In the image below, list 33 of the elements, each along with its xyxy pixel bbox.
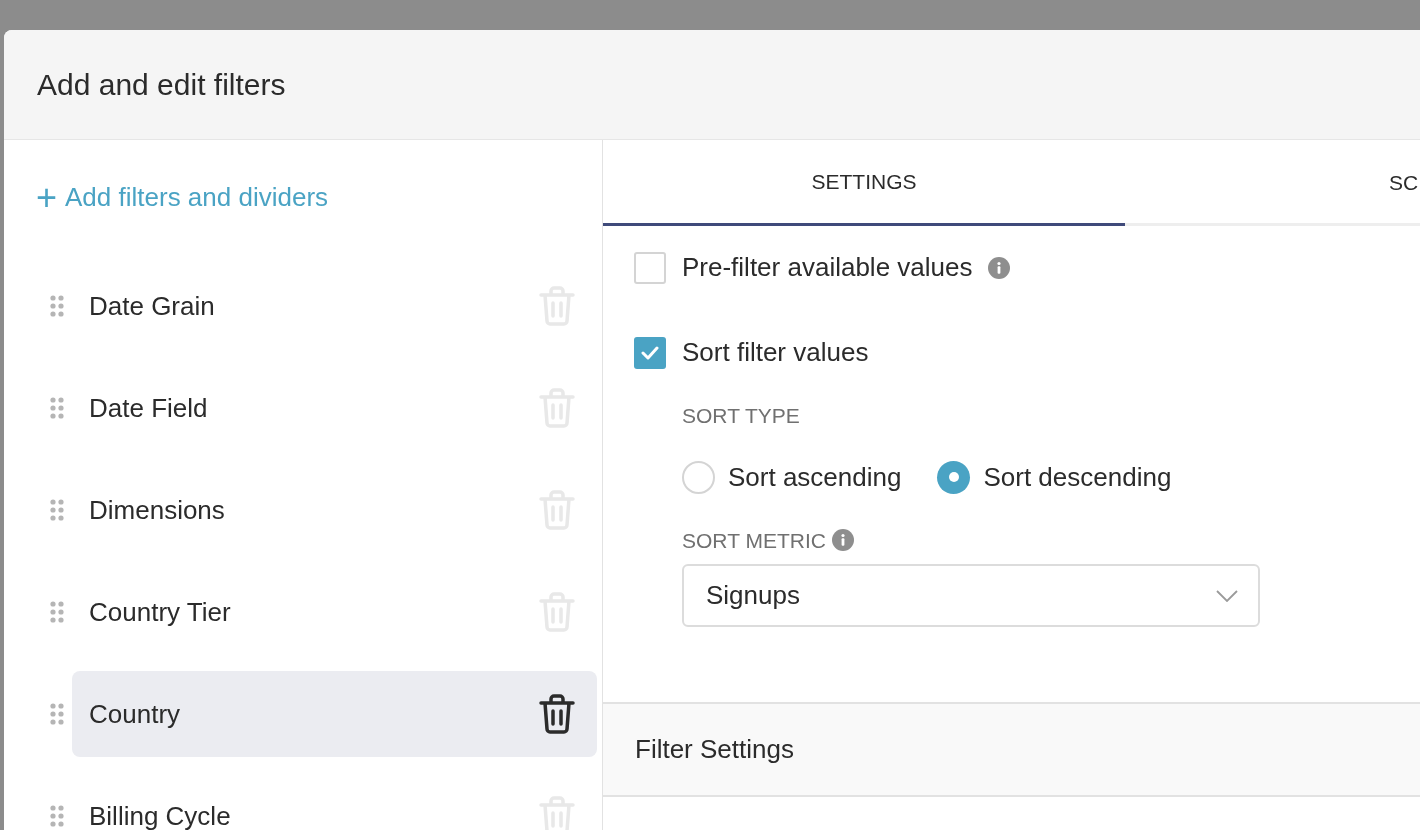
checkbox-label: Sort filter values — [682, 336, 869, 369]
drag-handle-icon[interactable] — [50, 499, 64, 521]
radio-label: Sort ascending — [728, 460, 902, 494]
chevron-down-icon — [1216, 589, 1238, 602]
sort-metric-select[interactable]: Signups — [682, 564, 1260, 627]
radio-button[interactable] — [937, 460, 971, 494]
info-icon — [988, 256, 1011, 279]
info-icon — [831, 529, 854, 552]
trash-icon[interactable] — [539, 694, 575, 734]
plus-icon: + — [36, 179, 58, 216]
drag-handle-icon[interactable] — [50, 703, 64, 725]
section-title: Filter Settings — [635, 733, 794, 766]
radio-label: Sort descending — [983, 460, 1172, 494]
checkmark-icon — [641, 345, 659, 360]
filter-item[interactable]: Date Field — [72, 365, 597, 451]
filter-item[interactable]: Billing Cycle — [72, 773, 597, 830]
drag-handle-icon[interactable] — [50, 805, 64, 827]
tab[interactable]: SC — [1125, 140, 1420, 226]
filter-item[interactable]: Dimensions — [72, 467, 597, 553]
section-label: SORT METRIC — [682, 527, 826, 554]
filter-item[interactable]: Country — [72, 671, 597, 757]
section-label: SORT TYPE — [682, 403, 801, 429]
checkbox[interactable] — [634, 251, 666, 284]
radio-button[interactable] — [682, 460, 715, 494]
dialog-title: Add and edit filters — [37, 67, 286, 103]
filter-item[interactable]: Date Grain — [72, 263, 597, 349]
tab[interactable]: SETTINGS — [603, 140, 1125, 226]
filter-item[interactable]: Country Tier — [72, 569, 597, 655]
drag-handle-icon[interactable] — [50, 397, 64, 419]
drag-handle-icon[interactable] — [50, 295, 64, 317]
drag-handle-icon[interactable] — [50, 601, 64, 623]
checkbox-label: Pre-filter available values — [682, 251, 973, 284]
checkbox[interactable] — [634, 336, 666, 369]
